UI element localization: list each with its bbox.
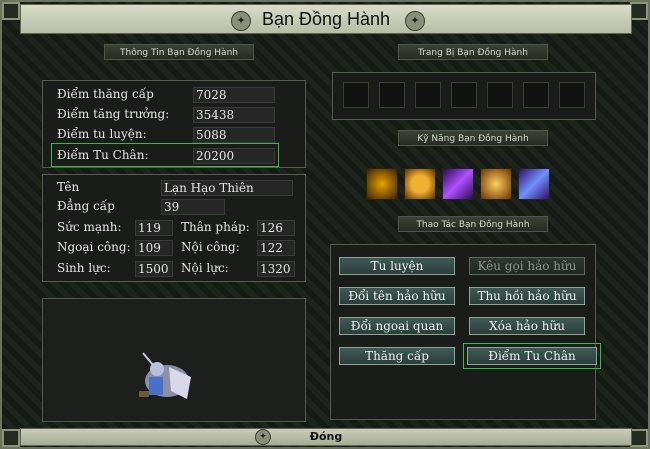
corner-ornament bbox=[2, 429, 20, 447]
golden-fan-skill-icon[interactable] bbox=[480, 168, 512, 200]
stat-label: Thân pháp: bbox=[181, 220, 250, 234]
stats-panel: Tên Lạn Hạo Thiên Đẳng cấp 39 Sức mạnh: … bbox=[42, 174, 306, 282]
keu-goi-button[interactable]: Kêu gọi hảo hữu bbox=[469, 257, 585, 275]
corner-ornament bbox=[630, 2, 648, 20]
equipment-slot[interactable] bbox=[343, 82, 369, 108]
equipment-slot[interactable] bbox=[451, 82, 477, 108]
bottom-bar: ✦ Đóng bbox=[20, 428, 632, 446]
skills-header: Kỹ Năng Bạn Đồng Hành bbox=[398, 130, 548, 146]
thu-hoi-button[interactable]: Thu hồi hảo hữu bbox=[469, 287, 585, 305]
actions-panel: Tu luyện Kêu gọi hảo hữu Đổi tên hảo hữu… bbox=[330, 244, 601, 420]
name-label: Tên bbox=[57, 180, 80, 194]
diem-tu-chan-button[interactable]: Điểm Tu Chân bbox=[467, 347, 597, 365]
corner-ornament bbox=[630, 429, 648, 447]
companion-portrait bbox=[139, 352, 191, 399]
equipment-slot[interactable] bbox=[523, 82, 549, 108]
blue-slash-skill-icon[interactable] bbox=[518, 168, 550, 200]
points-label: Điểm Tu Chân: bbox=[57, 148, 149, 162]
level-value: 39 bbox=[161, 199, 225, 215]
equipment-header: Trang Bị Bạn Đồng Hành bbox=[398, 44, 548, 60]
stat-value: 126 bbox=[257, 220, 295, 236]
companion-window: ✦ Bạn Đồng Hành ✦ Thông Tin Bạn Đồng Hàn… bbox=[0, 0, 650, 449]
equipment-slot[interactable] bbox=[487, 82, 513, 108]
stat-value: 1320 bbox=[257, 261, 295, 277]
stat-label: Nội lực: bbox=[181, 261, 229, 275]
doi-ten-button[interactable]: Đổi tên hảo hữu bbox=[339, 287, 455, 305]
info-header: Thông Tin Bạn Đồng Hành bbox=[104, 44, 254, 60]
actions-header: Thao Tác Bạn Đồng Hành bbox=[398, 216, 548, 232]
window-title: Bạn Đồng Hành bbox=[261, 9, 391, 29]
stat-label: Nội công: bbox=[181, 240, 240, 254]
close-button[interactable]: Đóng bbox=[21, 430, 631, 443]
equipment-panel bbox=[332, 72, 596, 120]
level-label: Đẳng cấp bbox=[57, 199, 115, 213]
points-value: 20200 bbox=[193, 148, 275, 164]
xoa-button[interactable]: Xóa hảo hữu bbox=[469, 317, 585, 335]
points-value: 7028 bbox=[193, 87, 275, 103]
spiral-skill-icon[interactable] bbox=[404, 168, 436, 200]
thang-cap-button[interactable]: Thăng cấp bbox=[339, 347, 455, 365]
portrait-panel bbox=[42, 298, 306, 422]
points-label: Điểm tu luyện: bbox=[57, 127, 147, 141]
purple-slash-skill-icon[interactable] bbox=[442, 168, 474, 200]
stat-label: Sinh lực: bbox=[57, 261, 111, 275]
points-label: Điểm tăng trưởng: bbox=[57, 107, 170, 121]
equipment-slot[interactable] bbox=[559, 82, 585, 108]
stat-value: 109 bbox=[135, 240, 173, 256]
equipment-slot[interactable] bbox=[379, 82, 405, 108]
stat-label: Ngoại công: bbox=[57, 240, 131, 254]
stat-value: 1500 bbox=[135, 261, 173, 277]
ornament-icon: ✦ bbox=[405, 11, 425, 31]
points-value: 5088 bbox=[193, 127, 275, 143]
stat-label: Sức mạnh: bbox=[57, 220, 122, 234]
stat-value: 122 bbox=[257, 240, 295, 256]
doi-ngoai-quan-button[interactable]: Đổi ngoại quan bbox=[339, 317, 455, 335]
points-panel: Điểm thăng cấp 7028 Điểm tăng trưởng: 35… bbox=[42, 80, 306, 168]
name-value: Lạn Hạo Thiên bbox=[161, 180, 293, 196]
points-value: 35438 bbox=[193, 107, 275, 123]
corner-ornament bbox=[2, 2, 20, 20]
tu-luyen-button[interactable]: Tu luyện bbox=[339, 257, 455, 275]
equipment-slot[interactable] bbox=[415, 82, 441, 108]
claw-skill-icon[interactable] bbox=[366, 168, 398, 200]
stat-value: 119 bbox=[135, 220, 173, 236]
title-bar[interactable]: ✦ Bạn Đồng Hành ✦ bbox=[20, 4, 632, 34]
points-label: Điểm thăng cấp bbox=[57, 87, 154, 101]
